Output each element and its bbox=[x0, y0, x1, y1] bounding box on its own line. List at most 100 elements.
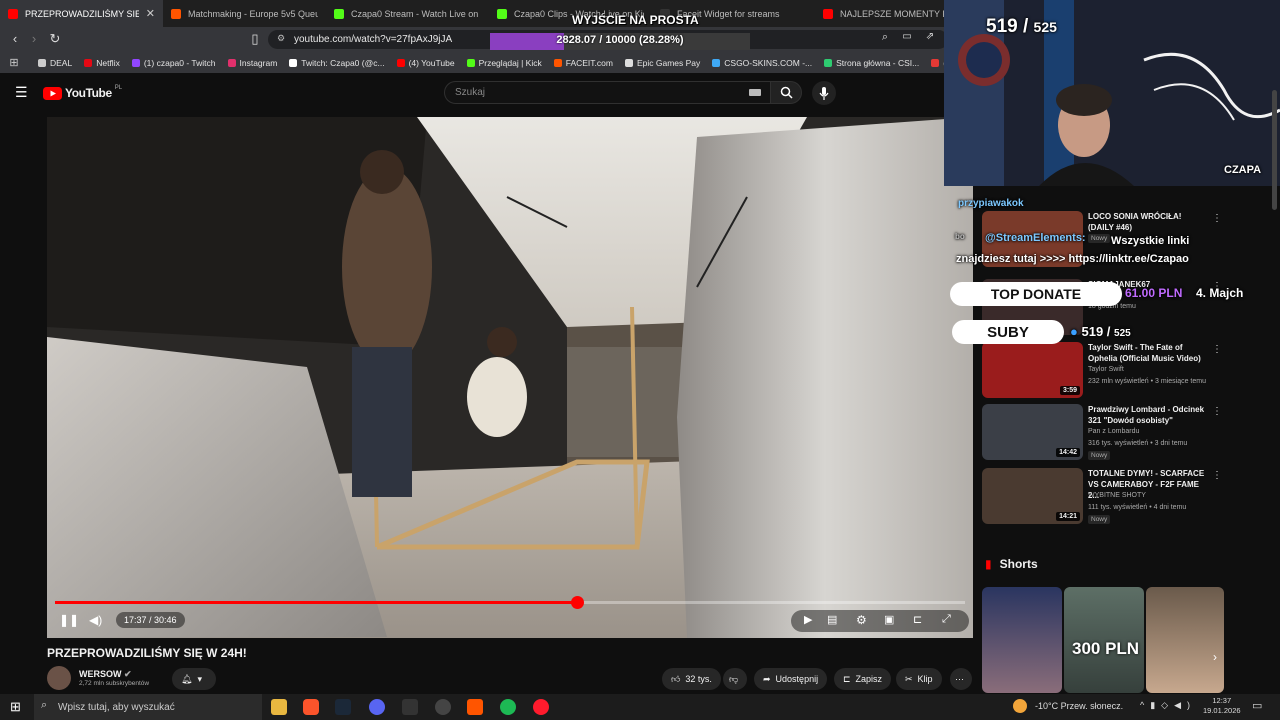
bookmark-item[interactable]: Instagram bbox=[227, 58, 277, 68]
bookmark-item[interactable]: DEAL bbox=[38, 58, 72, 68]
recommendation-thumbnail[interactable]: 14:21 bbox=[982, 468, 1083, 524]
clock[interactable]: 12:37 19.01.2026 bbox=[1203, 696, 1241, 716]
taskbar-search[interactable]: ⌕ Wpisz tutaj, aby wyszukać bbox=[34, 694, 262, 720]
bookmark-label: DEAL bbox=[50, 57, 73, 68]
channel-name-row[interactable]: WERSOW ✔ bbox=[79, 669, 149, 680]
save-button[interactable]: ⊏ Zapisz bbox=[834, 668, 892, 690]
page-scrollbar[interactable] bbox=[1272, 90, 1277, 210]
short-item[interactable] bbox=[1146, 587, 1224, 693]
apps-grid-icon[interactable]: ⊞ bbox=[0, 56, 28, 69]
share-button[interactable]: ➦ Udostępnij bbox=[754, 668, 828, 690]
more-vertical-icon[interactable]: ⋮ bbox=[1212, 344, 1222, 355]
browser-tab[interactable]: Matchmaking - Europe 5v5 Queue - bbox=[163, 0, 326, 27]
scissors-icon: ✂ bbox=[905, 673, 913, 684]
recommendation-thumbnail[interactable]: 14:42 bbox=[982, 404, 1083, 460]
recommendation-title[interactable]: LOCO SONIA WRÓCIŁA! (DAILY #46) bbox=[1088, 211, 1206, 233]
dislike-button[interactable]: 👎︎ bbox=[723, 668, 747, 690]
obs-icon[interactable] bbox=[435, 699, 451, 715]
settings-gear-icon[interactable]: ⚙ bbox=[856, 613, 867, 627]
reload-icon[interactable]: ↻ bbox=[44, 31, 66, 47]
windows-taskbar: ⊞ ⌕ Wpisz tutaj, aby wyszukać -10°C Prze… bbox=[0, 694, 1280, 720]
search-button[interactable] bbox=[770, 81, 802, 104]
cam-sub-count: 519 / 525 bbox=[986, 16, 1057, 37]
tab-title: PRZEPROWADZILIŚMY SIĘ W bbox=[25, 8, 139, 19]
recommendation-item[interactable]: 3:59 Taylor Swift - The Fate of Ophelia (… bbox=[982, 342, 1222, 400]
browser-tab[interactable]: Czapa0 Stream - Watch Live on Kick bbox=[326, 0, 489, 27]
video-player[interactable] bbox=[47, 117, 973, 638]
tab-close-icon[interactable]: ✕ bbox=[146, 7, 155, 20]
short-item[interactable]: 300 PLN bbox=[1064, 587, 1144, 693]
voice-search-button[interactable] bbox=[812, 81, 836, 105]
spotify-icon[interactable] bbox=[500, 699, 516, 715]
video-duration: 14:21 bbox=[1056, 512, 1080, 521]
brave-browser-icon[interactable] bbox=[303, 699, 319, 715]
video-progress-bar[interactable] bbox=[55, 596, 965, 609]
faceit-icon[interactable] bbox=[467, 699, 483, 715]
miniplayer-icon[interactable]: ▣ bbox=[884, 613, 894, 626]
recommendation-title[interactable]: Prawdziwy Lombard - Odcinek 321 "Dowód o… bbox=[1088, 404, 1206, 426]
discord-icon[interactable] bbox=[369, 699, 385, 715]
keyboard-icon[interactable] bbox=[749, 89, 761, 96]
opera-icon[interactable] bbox=[533, 699, 549, 715]
menu-hamburger-icon[interactable]: ☰ bbox=[15, 84, 28, 101]
youtube-logo[interactable]: YouTube PL bbox=[43, 85, 122, 100]
recommendation-item[interactable]: 14:21 TOTALNE DYMY! - SCARFACE VS CAMERAB… bbox=[982, 468, 1222, 526]
search-input[interactable]: Szukaj bbox=[444, 81, 771, 104]
channel-name[interactable]: WERSOW bbox=[79, 669, 122, 679]
bookmark-item[interactable]: Netflix bbox=[84, 58, 120, 68]
zoom-icon[interactable]: ⌕ bbox=[874, 31, 896, 44]
forward-arrow-icon[interactable]: › bbox=[23, 31, 45, 46]
bookmark-item[interactable]: (4) YouTube bbox=[396, 58, 455, 68]
site-info-icon[interactable]: ⚙ bbox=[277, 33, 285, 44]
steam-icon[interactable] bbox=[335, 699, 351, 715]
weather-text[interactable]: -10°C Przew. słonecz. bbox=[1035, 701, 1123, 711]
recommendation-channel[interactable]: WYBITNE SHOTY bbox=[1088, 492, 1146, 499]
share-icon[interactable]: ⇗ bbox=[919, 31, 941, 42]
cast-icon[interactable]: ⊏ bbox=[913, 613, 922, 626]
volume-icon[interactable]: ◀) bbox=[89, 613, 102, 627]
more-vertical-icon[interactable]: ⋮ bbox=[1212, 406, 1222, 417]
bookmark-item[interactable]: CSGO-SKINS.COM -... bbox=[712, 58, 812, 68]
bookmark-favicon-icon bbox=[289, 58, 298, 67]
video-duration: 3:59 bbox=[1059, 386, 1080, 395]
more-vertical-icon[interactable]: ⋮ bbox=[1212, 213, 1222, 224]
like-button[interactable]: 👍︎ 32 tys. bbox=[662, 668, 721, 690]
browser-tab[interactable]: PRZEPROWADZILIŚMY SIĘ W ✕ bbox=[0, 0, 163, 27]
recommendation-channel[interactable]: Pan z Lombardu bbox=[1088, 428, 1139, 435]
bookmark-item[interactable]: (1) czapa0 - Twitch bbox=[131, 58, 216, 68]
screen-icon[interactable]: ▭ bbox=[896, 31, 918, 42]
autoplay-toggle-icon[interactable]: ▶ bbox=[804, 613, 812, 626]
bookmark-icon[interactable]: ▯ bbox=[244, 31, 266, 47]
file-explorer-icon[interactable] bbox=[271, 699, 287, 715]
windows-start-icon[interactable]: ⊞ bbox=[10, 699, 21, 715]
notification-bell-button[interactable]: 🔔︎ ▾ bbox=[172, 668, 216, 690]
notifications-icon[interactable]: ▭ bbox=[1252, 699, 1262, 712]
clip-button[interactable]: ✂ Klip bbox=[896, 668, 942, 690]
subtitles-icon[interactable]: ▤ bbox=[827, 613, 837, 626]
weather-icon[interactable] bbox=[1013, 699, 1027, 713]
short-item[interactable] bbox=[982, 587, 1062, 693]
shorts-icon: ▮ bbox=[985, 557, 992, 571]
bookmark-item[interactable]: Strona główna - CSI... bbox=[824, 58, 919, 68]
system-tray-icons[interactable]: ^▮◇◀) bbox=[1140, 700, 1196, 711]
recommendation-title[interactable]: Taylor Swift - The Fate of Ophelia (Offi… bbox=[1088, 342, 1206, 364]
epic-games-icon[interactable] bbox=[402, 699, 418, 715]
bookmark-item[interactable]: Przeglądaj | Kick bbox=[466, 58, 542, 68]
fullscreen-icon[interactable]: ⤢ bbox=[942, 613, 951, 626]
recommendation-thumbnail[interactable]: 3:59 bbox=[982, 342, 1083, 398]
tab-title: Matchmaking - Europe 5v5 Queue - bbox=[188, 8, 318, 19]
top-donate-value: 61.00 PLN bbox=[1125, 286, 1183, 300]
verified-icon: ✔ bbox=[124, 669, 132, 679]
recommendation-item[interactable]: 14:42 Prawdziwy Lombard - Odcinek 321 "Do… bbox=[982, 404, 1222, 462]
recommendation-channel[interactable]: Taylor Swift bbox=[1088, 366, 1124, 373]
bookmark-item[interactable]: Epic Games Pay bbox=[624, 58, 700, 68]
channel-avatar[interactable] bbox=[47, 666, 71, 690]
more-vertical-icon[interactable]: ⋮ bbox=[1212, 470, 1222, 481]
shorts-next-icon[interactable]: › bbox=[1213, 650, 1217, 664]
video-duration: 14:42 bbox=[1056, 448, 1080, 457]
bookmark-item[interactable]: Twitch: Czapa0 (@c... bbox=[289, 58, 385, 68]
bookmark-item[interactable]: FACEIT.com bbox=[553, 58, 613, 68]
pause-icon[interactable]: ❚❚ bbox=[59, 613, 79, 627]
tab-favicon-icon bbox=[8, 8, 18, 19]
more-actions-button[interactable]: ⋯ bbox=[950, 668, 972, 690]
